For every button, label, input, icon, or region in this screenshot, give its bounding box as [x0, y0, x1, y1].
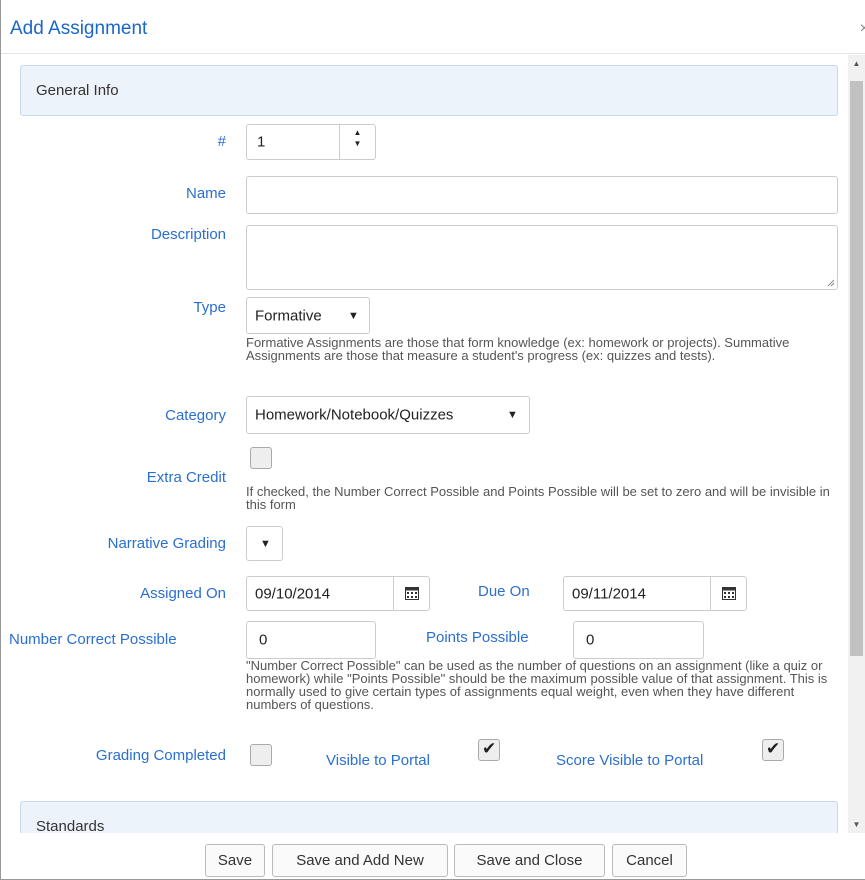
category-label: Category [165, 407, 226, 424]
points-possible-input[interactable]: 0 [573, 621, 704, 659]
calendar-icon[interactable] [710, 577, 746, 610]
spin-down-icon[interactable]: ▼ [340, 139, 375, 156]
scrollbar-thumb[interactable] [850, 81, 863, 656]
number-correct-possible-label: Number Correct Possible [9, 631, 177, 648]
close-icon[interactable]: × [860, 20, 865, 38]
calendar-glyph [722, 587, 736, 600]
points-possible-label: Points Possible [426, 629, 529, 646]
number-correct-possible-input[interactable]: 0 [246, 621, 376, 659]
scroll-down-icon[interactable]: ▼ [848, 816, 865, 833]
extra-credit-checkbox[interactable] [250, 447, 272, 469]
dialog-title: Add Assignment [10, 18, 148, 39]
type-selected: Formative [255, 307, 322, 324]
dialog-titlebar: Add Assignment × [1, 0, 865, 54]
points-possible-help-text: "Number Correct Possible" can be used as… [246, 658, 828, 712]
save-and-add-new-button[interactable]: Save and Add New [272, 844, 448, 877]
save-and-close-button[interactable]: Save and Close [454, 844, 605, 877]
checkmark-icon: ✔ [766, 739, 781, 758]
due-on-input[interactable]: 09/11/2014 [563, 576, 747, 611]
general-info-header[interactable]: General Info [20, 65, 838, 116]
number-correct-possible-value: 0 [259, 631, 268, 649]
save-button[interactable]: Save [205, 844, 265, 877]
type-select[interactable]: Formative ▼ [246, 297, 370, 334]
type-help-text: Formative Assignments are those that for… [246, 335, 790, 363]
dialog-body: General Info # 1 ▲ ▼ Name Description Ty… [1, 55, 865, 833]
chevron-down-icon: ▼ [507, 409, 518, 421]
visible-to-portal-label: Visible to Portal [326, 752, 430, 769]
dialog-footer: Save Save and Add New Save and Close Can… [1, 833, 865, 879]
cancel-button[interactable]: Cancel [612, 844, 687, 877]
description-label: Description [150, 226, 226, 243]
resize-handle-icon[interactable] [827, 279, 835, 287]
grading-completed-checkbox[interactable] [250, 744, 272, 766]
scroll-up-icon[interactable]: ▲ [848, 55, 865, 72]
number-spinner: ▲ ▼ [339, 125, 375, 159]
score-visible-to-portal-checkbox[interactable]: ✔ [762, 739, 784, 761]
chevron-down-icon: ▼ [348, 309, 359, 322]
checkmark-icon: ✔ [482, 739, 497, 758]
standards-heading: Standards [36, 818, 105, 833]
narrative-grading-select[interactable]: ▼ [246, 526, 283, 561]
assigned-on-value: 09/10/2014 [255, 585, 331, 602]
extra-credit-label: Extra Credit [146, 469, 226, 486]
score-visible-to-portal-label: Score Visible to Portal [556, 752, 704, 769]
due-on-value: 09/11/2014 [572, 585, 646, 602]
general-info-heading: General Info [36, 82, 119, 99]
points-possible-value: 0 [586, 631, 595, 649]
standards-header[interactable]: Standards [20, 801, 838, 833]
due-on-label: Due On [478, 583, 530, 600]
chevron-down-icon: ▼ [260, 537, 271, 550]
number-value: 1 [257, 133, 266, 151]
type-label: Type [193, 299, 226, 316]
name-label: Name [185, 185, 226, 202]
narrative-grading-label: Narrative Grading [107, 535, 226, 552]
number-label: # [217, 133, 226, 150]
number-input[interactable]: 1 ▲ ▼ [246, 124, 376, 160]
name-input[interactable] [246, 176, 838, 214]
visible-to-portal-checkbox[interactable]: ✔ [478, 739, 500, 761]
category-selected: Homework/Notebook/Quizzes [255, 406, 454, 424]
assigned-on-input[interactable]: 09/10/2014 [246, 576, 430, 611]
assigned-on-label: Assigned On [140, 585, 226, 602]
extra-credit-help-text: If checked, the Number Correct Possible … [246, 484, 830, 512]
add-assignment-dialog: Add Assignment × General Info # 1 ▲ ▼ Na… [0, 0, 865, 880]
calendar-icon[interactable] [393, 577, 429, 610]
calendar-glyph [405, 587, 419, 600]
grading-completed-label: Grading Completed [95, 747, 226, 764]
category-select[interactable]: Homework/Notebook/Quizzes ▼ [246, 396, 530, 434]
description-textarea[interactable] [246, 225, 838, 290]
vertical-scrollbar[interactable]: ▲ ▼ [848, 55, 865, 833]
